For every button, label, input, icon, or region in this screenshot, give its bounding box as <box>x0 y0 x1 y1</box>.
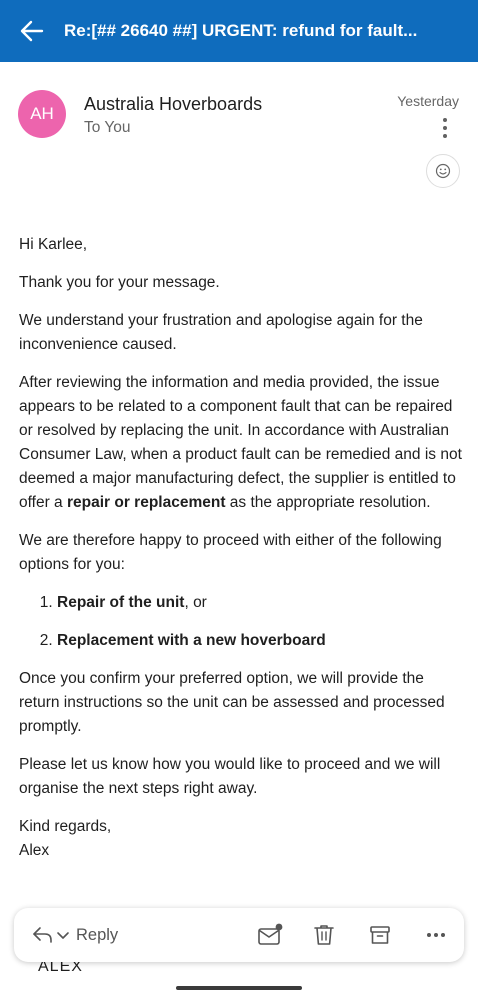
archive-button[interactable] <box>366 921 394 949</box>
reply-button[interactable]: Reply <box>32 915 118 955</box>
avatar[interactable]: AH <box>18 90 66 138</box>
signoff: Kind regards, Alex <box>19 818 112 859</box>
body-paragraph: After reviewing the information and medi… <box>19 374 462 511</box>
smiley-icon <box>435 163 451 179</box>
chevron-down-icon[interactable] <box>56 930 70 940</box>
mark-unread-icon <box>258 923 283 945</box>
list-item: Repair of the unit, or <box>57 591 464 615</box>
reply-icon <box>33 927 52 943</box>
body-paragraph: We understand your frustration and apolo… <box>19 312 423 353</box>
reply-label: Reply <box>76 925 119 944</box>
more-actions-button[interactable] <box>422 921 450 949</box>
home-indicator[interactable] <box>176 986 302 990</box>
greeting: Hi Karlee, <box>19 236 88 253</box>
sender-name[interactable]: Australia Hoverboards <box>84 94 262 115</box>
body-paragraph: Please let us know how you would like to… <box>19 756 441 797</box>
message-header: AH Australia Hoverboards To You Yesterda… <box>0 62 478 202</box>
back-button[interactable] <box>0 0 64 62</box>
list-item: Replacement with a new hoverboard <box>57 629 464 653</box>
top-app-bar: Re:[## 26640 ##] URGENT: refund for faul… <box>0 0 478 62</box>
body-paragraph: Thank you for your message. <box>19 274 220 291</box>
more-options-icon[interactable] <box>438 116 452 140</box>
body-paragraph: We are therefore happy to proceed with e… <box>19 532 442 573</box>
action-bar: Reply <box>14 908 464 962</box>
recipient-line[interactable]: To You <box>84 119 131 137</box>
delete-icon <box>314 925 334 945</box>
message-date: Yesterday <box>397 93 459 109</box>
options-list: Repair of the unit, or Replacement with … <box>19 591 464 653</box>
add-reaction-button[interactable] <box>426 154 460 188</box>
email-body: Hi Karlee, Thank you for your message. W… <box>19 233 464 877</box>
arrow-left-icon <box>20 20 44 42</box>
delete-button[interactable] <box>310 921 338 949</box>
mark-unread-button[interactable] <box>256 921 284 949</box>
body-paragraph: Once you confirm your preferred option, … <box>19 670 445 735</box>
email-subject: Re:[## 26640 ##] URGENT: refund for faul… <box>64 21 418 40</box>
archive-icon <box>370 926 390 944</box>
more-icon <box>427 933 445 937</box>
